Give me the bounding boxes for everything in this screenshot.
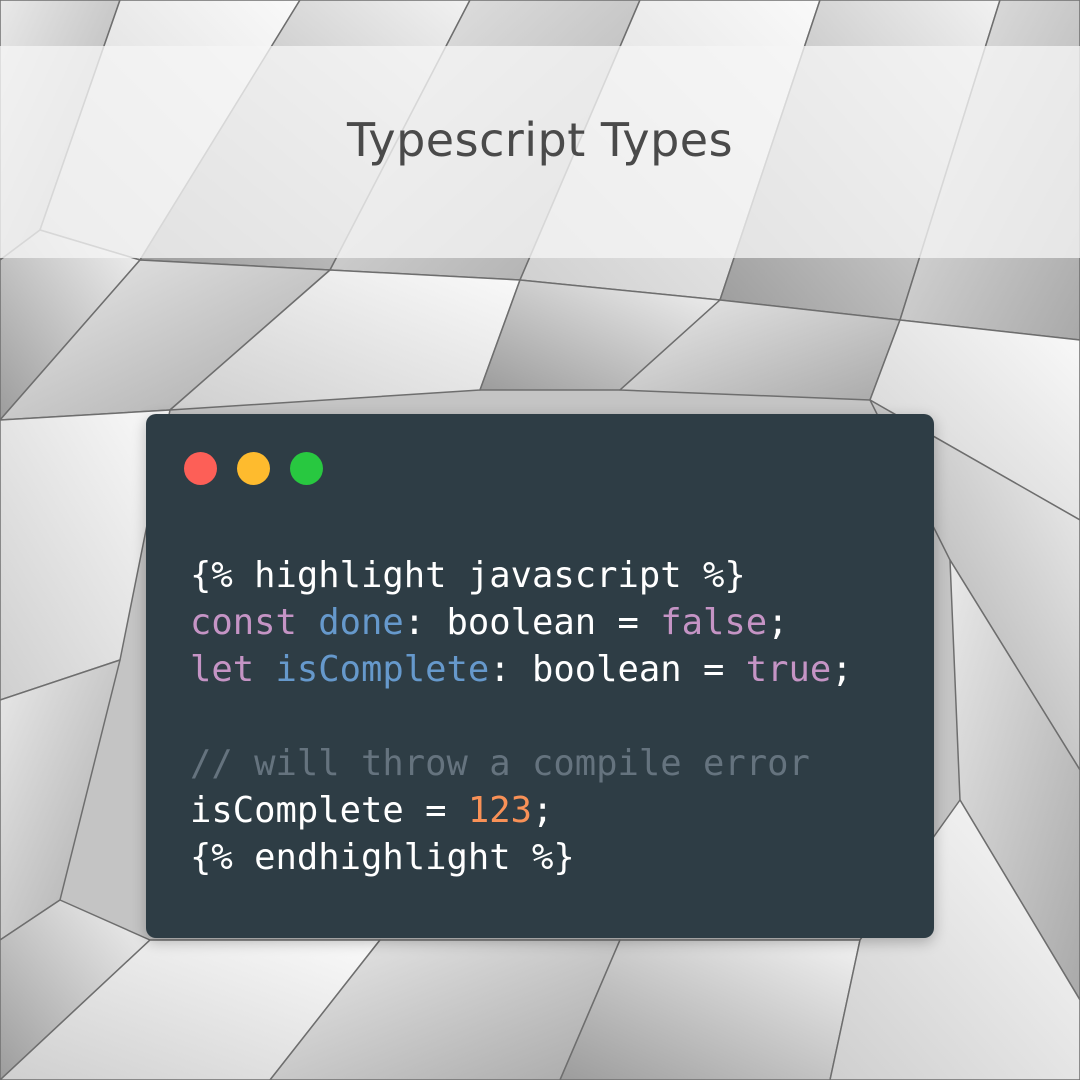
code-token-boolean: false bbox=[660, 602, 768, 643]
window-controls bbox=[184, 452, 323, 485]
minimize-dot bbox=[237, 452, 270, 485]
code-line: {% highlight javascript %} bbox=[190, 552, 853, 599]
code-line: {% endhighlight %} bbox=[190, 834, 853, 881]
code-token-plain: {% endhighlight %} bbox=[190, 837, 575, 878]
page-title: Typescript Types bbox=[346, 113, 734, 167]
code-token-keyword: const bbox=[190, 602, 319, 643]
code-token-boolean: true bbox=[745, 649, 832, 690]
code-token-comment: // will throw a compile error bbox=[190, 743, 810, 784]
code-block: {% highlight javascript %} const done: bo… bbox=[190, 552, 853, 881]
code-line: // will throw a compile error bbox=[190, 740, 853, 787]
code-token-plain: ; bbox=[831, 649, 853, 690]
code-token-number: 123 bbox=[467, 790, 532, 831]
code-token-keyword: let bbox=[190, 649, 276, 690]
code-token-plain: : boolean = bbox=[403, 602, 661, 643]
close-dot bbox=[184, 452, 217, 485]
code-token-plain: : boolean = bbox=[489, 649, 746, 690]
code-line: isComplete = 123; bbox=[190, 787, 853, 834]
code-line: let isComplete: boolean = true; bbox=[190, 646, 853, 693]
code-token-plain: ; bbox=[531, 790, 554, 831]
code-token-plain: isComplete = bbox=[190, 790, 468, 831]
code-token-variable: done bbox=[318, 602, 404, 643]
code-window: {% highlight javascript %} const done: bo… bbox=[146, 414, 934, 938]
code-token-plain: ; bbox=[767, 602, 789, 643]
title-banner: Typescript Types bbox=[0, 46, 1080, 258]
code-token-variable: isComplete bbox=[275, 649, 490, 690]
slide: Typescript Types {% highlight javascript… bbox=[0, 0, 1080, 1080]
code-line: const done: boolean = false; bbox=[190, 599, 853, 646]
code-token-plain: {% highlight javascript %} bbox=[190, 555, 746, 596]
maximize-dot bbox=[290, 452, 323, 485]
